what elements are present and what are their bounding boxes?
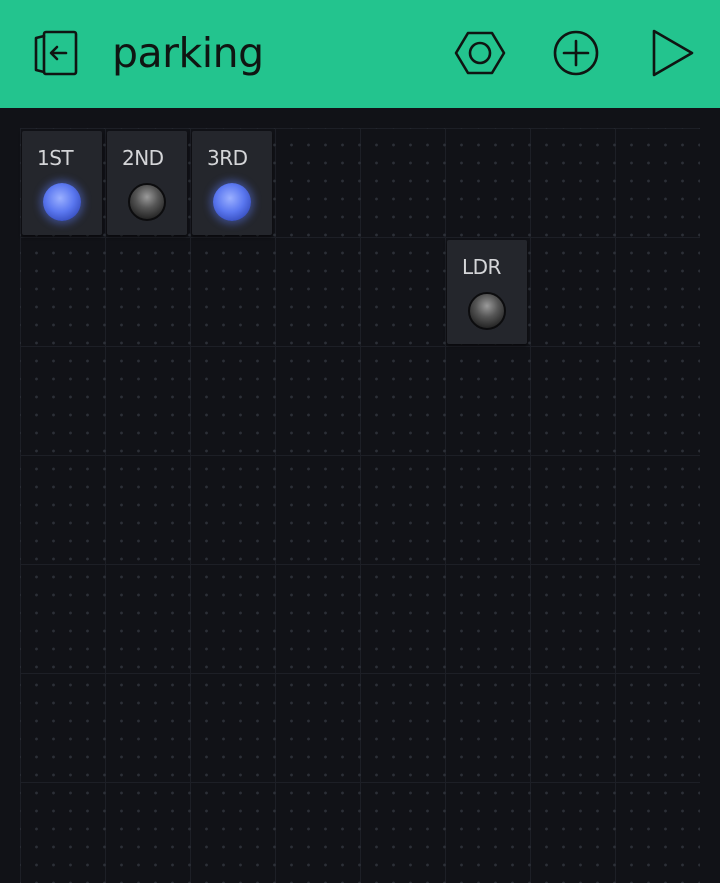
hexagon-nut-icon[interactable] [453, 26, 507, 80]
led-indicator-on [43, 183, 81, 221]
led-widget-ldr[interactable]: LDR [447, 240, 527, 344]
led-widget-3rd[interactable]: 3RD [192, 131, 272, 235]
led-indicator-off [128, 183, 166, 221]
exit-icon[interactable] [30, 26, 84, 80]
widget-label: LDR [462, 255, 501, 279]
grid-dots [20, 128, 700, 883]
widget-label: 1ST [37, 146, 74, 170]
led-indicator-off [468, 292, 506, 330]
app-root: parking 1ST 2ND 3RD LDR [0, 0, 720, 883]
plus-circle-icon[interactable] [549, 26, 603, 80]
widget-label: 3RD [207, 146, 248, 170]
play-icon[interactable] [646, 26, 700, 80]
led-widget-2nd[interactable]: 2ND [107, 131, 187, 235]
app-header: parking [0, 0, 720, 108]
widget-label: 2ND [122, 146, 164, 170]
led-widget-1st[interactable]: 1ST [22, 131, 102, 235]
dashboard-canvas[interactable]: 1ST 2ND 3RD LDR [0, 108, 720, 883]
led-indicator-on [213, 183, 251, 221]
project-title: parking [112, 29, 264, 77]
